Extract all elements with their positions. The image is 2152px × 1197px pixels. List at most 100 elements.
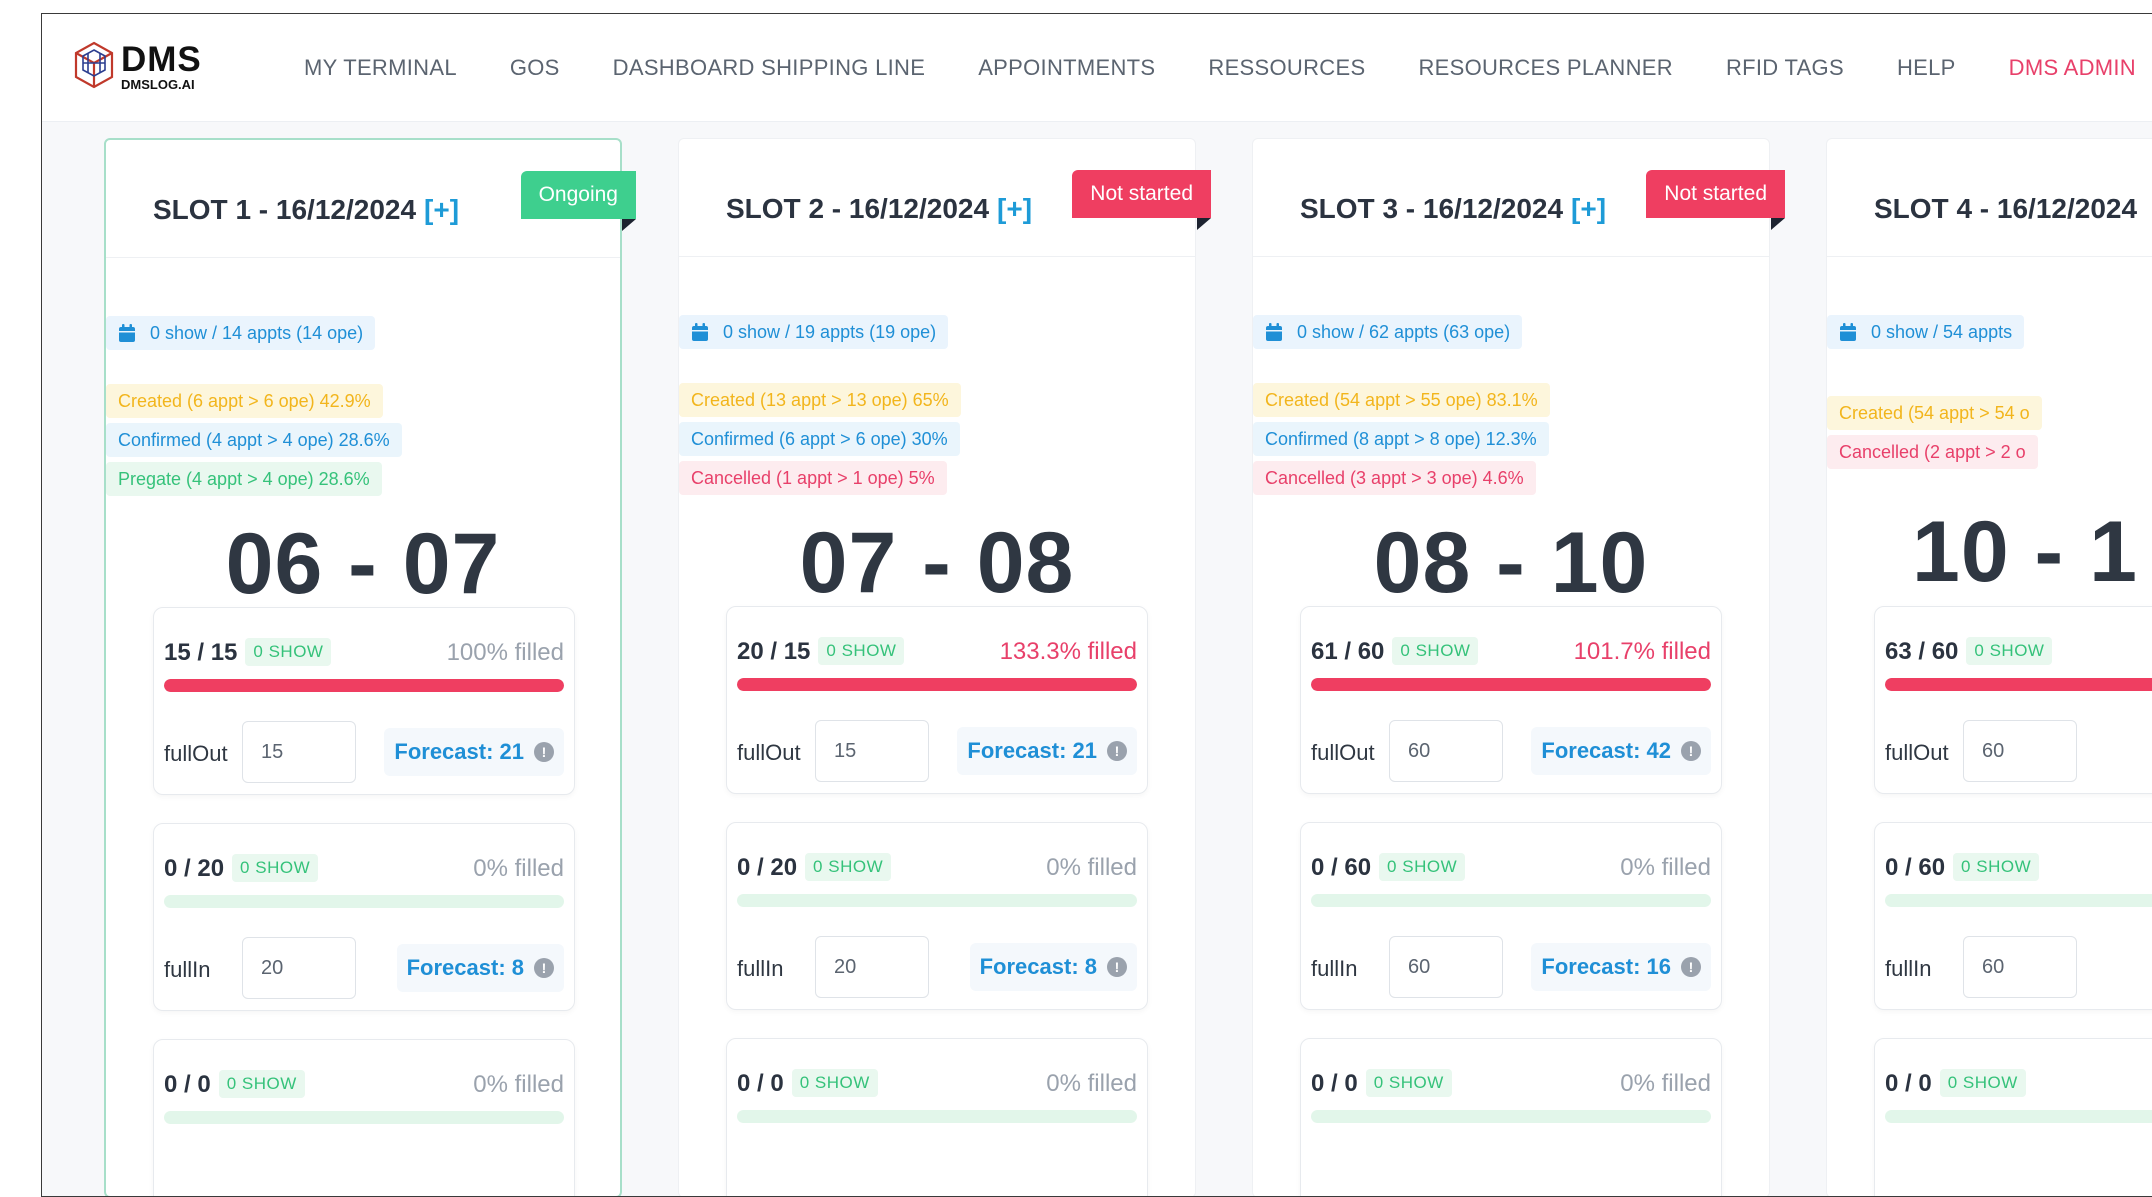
expand-slot-link[interactable]: [+]: [997, 193, 1032, 224]
nav-ressources[interactable]: RESSOURCES: [1208, 55, 1365, 81]
capacity-type-label: fullIn: [737, 956, 784, 981]
capacity-card: 20 / 15 0 SHOW 133.3% filled fullOut Forecas…: [726, 606, 1148, 794]
info-icon[interactable]: !: [534, 958, 554, 978]
show-badge: 0 SHOW: [218, 1070, 305, 1098]
info-icon[interactable]: !: [534, 742, 554, 762]
forecast-text: Forecast: 8: [979, 954, 1097, 979]
slot-title: SLOT 4 - 16/12/2024: [1874, 193, 2145, 225]
capacity-count-text: 0 / 0: [737, 1070, 784, 1097]
nav-rfid-tags[interactable]: RFID TAGS: [1726, 55, 1844, 81]
capacity-count-text: 0 / 20: [164, 855, 225, 882]
capacity-count: 0 / 0 0 SHOW: [164, 1070, 305, 1099]
filled-percentage: 0% filled: [1620, 1070, 1711, 1097]
nav-dms-admin[interactable]: DMS ADMIN: [2009, 55, 2136, 81]
capacity-type-label: fullIn: [1311, 956, 1358, 981]
slot-header: SLOT 2 - 16/12/2024 [+] Not started: [679, 139, 1211, 257]
status-stat-yellow: Created (6 appt > 6 ope) 42.9%: [106, 384, 383, 418]
nav-gos[interactable]: GOS: [510, 55, 560, 81]
appointments-summary: 0 show / 62 appts (63 ope): [1253, 315, 1523, 349]
forecast-chip[interactable]: Forecast: 8!: [969, 943, 1137, 991]
capacity-input[interactable]: [1389, 936, 1503, 998]
brand-logo[interactable]: DMS DMSLOG.AI: [73, 40, 202, 92]
capacity-input[interactable]: [1963, 936, 2077, 998]
status-ribbon: Not started: [1646, 170, 1785, 230]
nav-dashboard-shipping-line[interactable]: DASHBOARD SHIPPING LINE: [613, 55, 926, 81]
capacity-card: 0 / 20 0 SHOW 0% filled fullIn Forecast: 8!: [726, 822, 1148, 1010]
calendar-icon: [119, 324, 135, 342]
capacity-type-label: fullOut: [164, 741, 228, 766]
capacity-progress-bar: [164, 1111, 564, 1124]
capacity-progress-fill: [164, 679, 564, 692]
capacity-input[interactable]: [242, 721, 356, 783]
info-icon[interactable]: !: [1107, 957, 1127, 977]
forecast-chip[interactable]: Forecast: 42!: [1531, 727, 1711, 775]
capacity-progress-bar: [737, 678, 1137, 691]
capacity-count: 15 / 15 0 SHOW: [164, 638, 332, 667]
filled-percentage: 100% filled: [446, 639, 564, 666]
capacity-input[interactable]: [815, 936, 929, 998]
forecast-chip[interactable]: Forecast: 21!: [384, 728, 564, 776]
info-icon[interactable]: !: [1681, 957, 1701, 977]
show-badge: 0 SHOW: [1379, 853, 1466, 881]
capacity-count-text: 63 / 60: [1885, 638, 1959, 665]
capacity-count: 61 / 60 0 SHOW: [1311, 637, 1479, 666]
capacity-count-text: 0 / 60: [1885, 854, 1946, 881]
forecast-text: Forecast: 21: [967, 738, 1097, 763]
appointments-summary: 0 show / 19 appts (19 ope): [679, 315, 949, 349]
status-stat-red: Cancelled (3 appt > 3 ope) 4.6%: [1253, 461, 1536, 495]
nav-resources-planner[interactable]: RESOURCES PLANNER: [1418, 55, 1673, 81]
capacity-card: 0 / 0 0 SHOW: [1874, 1038, 2152, 1196]
status-stat-cyan: Confirmed (4 appt > 4 ope) 28.6%: [106, 423, 402, 457]
slot-column: SLOT 4 - 16/12/2024 0 show / 54 appts Crea…: [1826, 138, 2152, 1196]
summary-text: 0 show / 14 appts (14 ope): [150, 322, 364, 343]
capacity-count: 0 / 20 0 SHOW: [737, 853, 892, 882]
show-badge: 0 SHOW: [1392, 637, 1479, 665]
capacity-card: 0 / 0 0 SHOW 0% filled: [726, 1038, 1148, 1196]
capacity-input[interactable]: [1389, 720, 1503, 782]
status-stat-yellow: Created (54 appt > 55 ope) 83.1%: [1253, 383, 1550, 417]
summary-text: 0 show / 62 appts (63 ope): [1297, 321, 1511, 342]
nav-appointments[interactable]: APPOINTMENTS: [978, 55, 1155, 81]
forecast-chip[interactable]: Forecast: 16!: [1531, 943, 1711, 991]
forecast-chip[interactable]: Forecast: 21!: [957, 727, 1137, 775]
calendar-icon: [692, 323, 708, 341]
capacity-input[interactable]: [1963, 720, 2077, 782]
status-stat-green: Pregate (4 appt > 4 ope) 28.6%: [106, 462, 382, 496]
capacity-input[interactable]: [815, 720, 929, 782]
slot-time-range: 08 - 10: [1373, 515, 1649, 611]
slot-title-text: SLOT 1 - 16/12/2024: [153, 194, 417, 225]
capacity-progress-bar: [1311, 1110, 1711, 1123]
show-badge: 0 SHOW: [805, 853, 892, 881]
expand-slot-link[interactable]: [+]: [1571, 193, 1606, 224]
info-icon[interactable]: !: [1681, 741, 1701, 761]
status-stat-yellow: Created (13 appt > 13 ope) 65%: [679, 383, 961, 417]
slot-title: SLOT 1 - 16/12/2024 [+]: [153, 194, 459, 226]
capacity-input[interactable]: [242, 937, 356, 999]
appointments-summary: 0 show / 14 appts (14 ope): [106, 316, 376, 350]
status-stat-red: Cancelled (2 appt > 2 o: [1827, 435, 2038, 469]
calendar-icon: [1840, 323, 1856, 341]
capacity-progress-bar: [1311, 894, 1711, 907]
info-icon[interactable]: !: [1107, 741, 1127, 761]
capacity-count: 0 / 60 0 SHOW: [1885, 853, 2040, 882]
cube-logo-icon: [74, 41, 114, 89]
capacity-count-text: 15 / 15: [164, 639, 238, 666]
nav-help[interactable]: HELP: [1897, 55, 1956, 81]
capacity-count-text: 0 / 0: [1311, 1070, 1358, 1097]
status-stat-cyan: Confirmed (6 appt > 6 ope) 30%: [679, 422, 960, 456]
slot-title-text: SLOT 2 - 16/12/2024: [726, 193, 990, 224]
capacity-count: 0 / 0 0 SHOW: [737, 1069, 878, 1098]
forecast-chip[interactable]: Forecast: 8!: [396, 944, 564, 992]
capacity-count: 0 / 60 0 SHOW: [1311, 853, 1466, 882]
slot-header: SLOT 3 - 16/12/2024 [+] Not started: [1253, 139, 1785, 257]
expand-slot-link[interactable]: [+]: [424, 194, 459, 225]
nav-my-terminal[interactable]: MY TERMINAL: [304, 55, 457, 81]
capacity-count-text: 61 / 60: [1311, 638, 1385, 665]
slot-time-range: 06 - 07: [225, 516, 501, 612]
capacity-count: 0 / 20 0 SHOW: [164, 854, 319, 883]
capacity-progress-bar: [1885, 678, 2152, 691]
filled-percentage: 0% filled: [473, 1071, 564, 1098]
capacity-count-text: 20 / 15: [737, 638, 811, 665]
capacity-progress-bar: [164, 895, 564, 908]
capacity-progress-bar: [164, 679, 564, 692]
